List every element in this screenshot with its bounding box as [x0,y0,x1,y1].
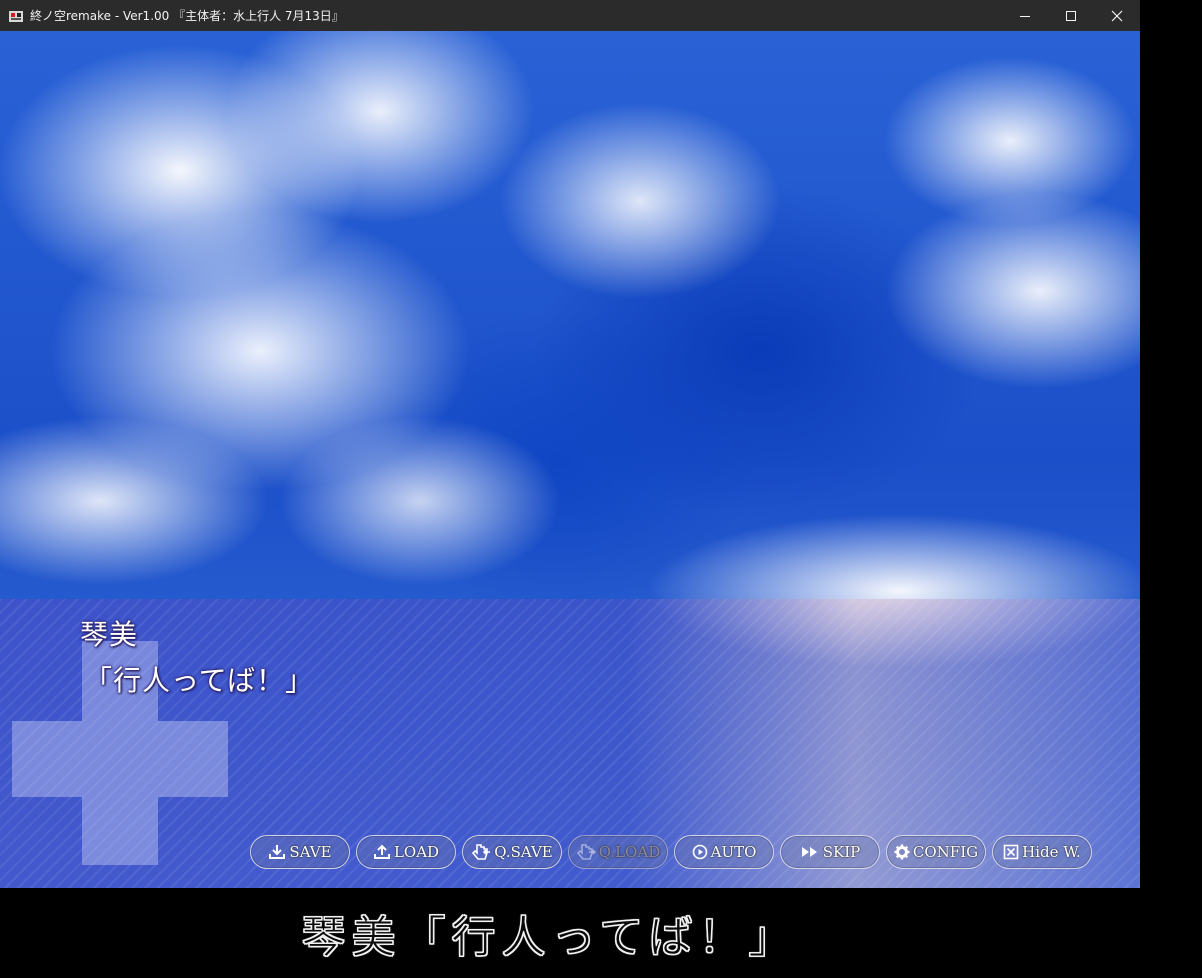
minimize-icon [1020,15,1030,17]
title-bar[interactable]: 終ノ空remake - Ver1.00 『主体者：水上行人 7月13日』 [0,0,1140,31]
system-menu: SAVE LOAD Q.SAVE Q.LOAD AUTO SKIP CONFIG… [250,835,1092,869]
window-title: 終ノ空remake - Ver1.00 『主体者：水上行人 7月13日』 [30,9,344,23]
load-button[interactable]: LOAD [356,835,456,869]
game-window: 終ノ空remake - Ver1.00 『主体者：水上行人 7月13日』 琴美 … [0,0,1140,888]
save-label: SAVE [289,843,332,861]
app-icon [8,8,24,24]
config-button[interactable]: CONFIG [886,835,986,869]
fast-forward-icon [801,847,817,857]
hand-pointer-icon [472,844,491,860]
config-label: CONFIG [912,843,979,861]
quick-save-label: Q.SAVE [494,843,553,861]
window-controls [1002,0,1140,31]
hide-window-button[interactable]: Hide W. [992,835,1092,869]
maximize-icon [1066,10,1076,21]
gear-icon [894,844,910,860]
skip-label: SKIP [822,843,861,861]
speaker-name: 琴美 [80,618,139,651]
upload-icon [373,844,390,859]
quick-load-button[interactable]: Q.LOAD [568,835,668,869]
load-label: LOAD [393,843,440,861]
play-circle-icon [692,844,707,860]
close-button[interactable] [1094,0,1140,31]
hide-window-label: Hide W. [1022,843,1081,861]
close-icon [1111,10,1123,21]
close-box-icon [1003,844,1019,860]
quick-save-button[interactable]: Q.SAVE [462,835,562,869]
quick-load-label: Q.LOAD [598,843,661,861]
game-scene[interactable]: 琴美 「行人ってば！」 SAVE LOAD Q.SAVE Q.LOAD AUTO… [0,31,1140,888]
skip-button[interactable]: SKIP [780,835,880,869]
maximize-button[interactable] [1048,0,1094,31]
hand-pointer-icon [576,844,596,860]
subtitle-overlay: 琴美「行人ってば！」 [301,912,799,964]
save-button[interactable]: SAVE [250,835,350,869]
auto-button[interactable]: AUTO [674,835,774,869]
auto-label: AUTO [710,843,757,861]
dialogue-text: 「行人ってば！」 [84,664,315,697]
minimize-button[interactable] [1002,0,1048,31]
download-icon [269,845,286,859]
